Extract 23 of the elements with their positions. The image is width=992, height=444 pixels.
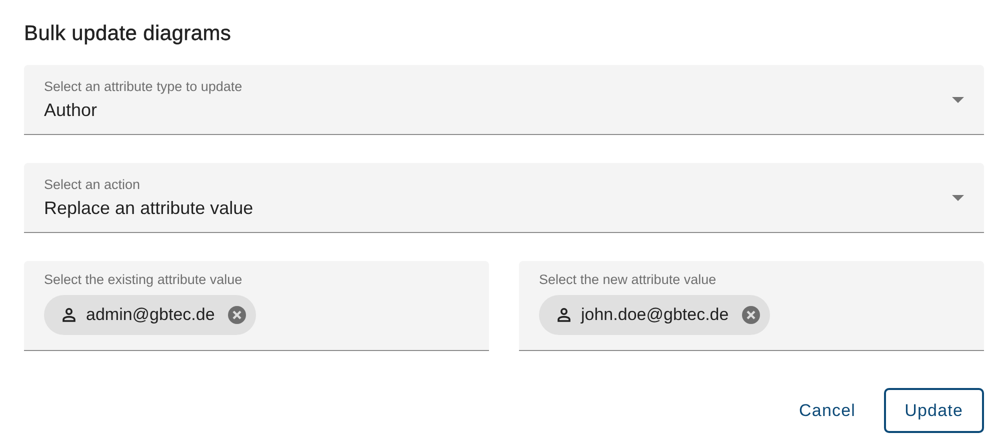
caret-icon [952, 194, 964, 200]
remove-icon[interactable] [228, 306, 246, 324]
remove-icon[interactable] [742, 306, 760, 324]
cancel-button[interactable]: Cancel [783, 388, 872, 433]
update-button[interactable]: Update [884, 388, 984, 433]
chip-input-field[interactable]: Select the existing attribute value admin@gbtec.de [24, 261, 489, 351]
user-chip[interactable]: john.doe@gbtec.de [539, 295, 770, 335]
field-label: Select an action [44, 176, 142, 192]
chip-text: admin@gbtec.de [86, 305, 215, 325]
dialog-title: Bulk update diagrams [24, 22, 232, 46]
person-icon [61, 307, 77, 323]
person-icon [556, 307, 572, 323]
field-label: Select the new attribute value [539, 272, 716, 287]
field-value: Author [44, 100, 98, 120]
chip-input-field[interactable]: Select the new attribute value john.doe@gbtec.de [519, 261, 984, 351]
field-label: Select an attribute type to update [44, 78, 242, 94]
select-field[interactable]: Select an attribute type to update Author [24, 65, 984, 135]
select-field[interactable]: Select an action Replace an attribute value [24, 163, 984, 233]
chip-text: john.doe@gbtec.de [581, 305, 729, 325]
field-label: Select the existing attribute value [44, 272, 242, 287]
user-chip[interactable]: admin@gbtec.de [44, 295, 256, 335]
field-value: Replace an attribute value [44, 198, 254, 218]
caret-icon [952, 96, 964, 102]
